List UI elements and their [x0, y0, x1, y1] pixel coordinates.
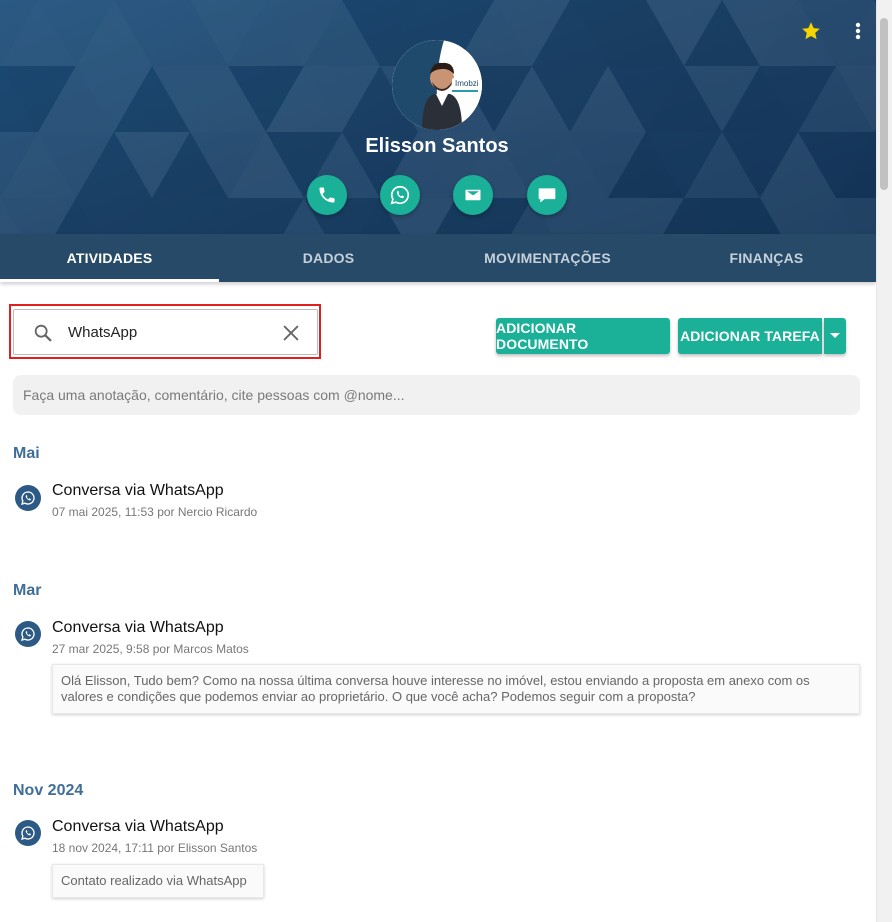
- close-icon[interactable]: [280, 322, 302, 344]
- activity-title[interactable]: Conversa via WhatsApp: [52, 619, 224, 637]
- search-icon: [34, 324, 52, 342]
- email-button[interactable]: [453, 175, 493, 215]
- tab-atividades[interactable]: ATIVIDADES: [0, 234, 219, 282]
- activity-note: Contato realizado via WhatsApp: [52, 864, 264, 898]
- tab-bar: ATIVIDADES DADOS MOVIMENTAÇÕES FINANÇAS: [0, 234, 876, 282]
- profile-name: Elisson Santos: [365, 135, 509, 157]
- svg-text:Imobzi: Imobzi: [455, 79, 479, 88]
- tab-movimentacoes[interactable]: MOVIMENTAÇÕES: [438, 234, 657, 282]
- activity-meta: 18 nov 2024, 17:11 por Elisson Santos: [52, 841, 258, 855]
- add-task-dropdown-button[interactable]: [824, 318, 846, 354]
- avatar: Imobzi: [392, 40, 482, 130]
- whatsapp-icon: [15, 621, 41, 647]
- favorite-button[interactable]: [798, 18, 824, 44]
- chat-icon: [538, 188, 556, 203]
- activity-meta: 27 mar 2025, 9:58 por Marcos Matos: [52, 642, 249, 656]
- scrollbar-thumb[interactable]: [880, 18, 888, 190]
- tab-financas[interactable]: FINANÇAS: [657, 234, 876, 282]
- whatsapp-icon: [15, 485, 41, 511]
- month-header: Mar: [13, 582, 42, 599]
- message-button[interactable]: [527, 175, 567, 215]
- phone-button[interactable]: [307, 175, 347, 215]
- search-box: [13, 309, 318, 355]
- activity-meta: 07 mai 2025, 11:53 por Nercio Ricardo: [52, 505, 258, 519]
- whatsapp-button[interactable]: [380, 175, 420, 215]
- note-input[interactable]: [13, 375, 860, 415]
- star-icon: [802, 22, 820, 40]
- activity-note: Olá Elisson, Tudo bem? Como na nossa últ…: [52, 664, 860, 714]
- profile-header: Imobzi Elisson Santos: [0, 0, 876, 234]
- add-task-button[interactable]: ADICIONAR TAREFA: [678, 318, 822, 354]
- search-input[interactable]: [68, 320, 268, 344]
- month-header: Nov 2024: [13, 782, 84, 799]
- more-menu-button[interactable]: [848, 18, 868, 44]
- avatar-photo: Imobzi: [392, 40, 482, 130]
- activity-title[interactable]: Conversa via WhatsApp: [52, 482, 224, 500]
- mail-icon: [465, 189, 481, 201]
- activity-title[interactable]: Conversa via WhatsApp: [52, 818, 224, 836]
- whatsapp-icon: [390, 185, 410, 205]
- chevron-down-icon: [830, 333, 840, 338]
- whatsapp-icon: [15, 820, 41, 846]
- add-document-button[interactable]: ADICIONAR DOCUMENTO: [496, 318, 670, 354]
- scrollbar[interactable]: [876, 0, 892, 922]
- phone-icon: [319, 187, 335, 203]
- tab-dados[interactable]: DADOS: [219, 234, 438, 282]
- app-root: Imobzi Elisson Santos ATIVIDADES DADOS M…: [0, 0, 892, 922]
- more-vert-icon: [855, 22, 861, 40]
- month-header: Mai: [13, 445, 40, 462]
